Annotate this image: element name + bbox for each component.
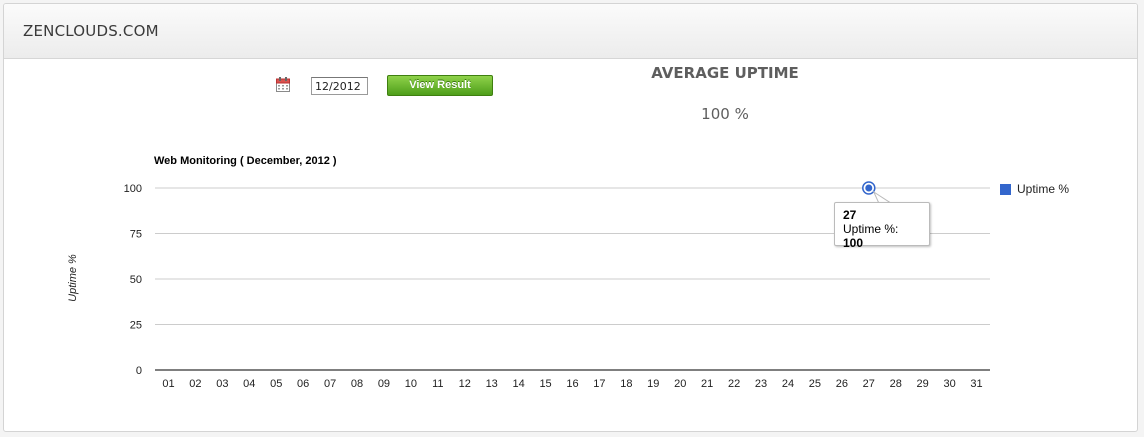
tooltip-row: Uptime %: 100 — [843, 222, 921, 250]
x-tick-label: 14 — [513, 378, 525, 390]
chart-legend: Uptime % — [1000, 182, 1069, 196]
x-tick-label: 01 — [162, 378, 174, 390]
x-tick-labels: 01 02 03 04 05 06 07 08 09 10 11 12 13 14 15 16 17 18 19 20… — [162, 378, 982, 390]
x-tick-label: 02 — [189, 378, 201, 390]
data-point[interactable] — [865, 184, 873, 192]
uptime-chart: Web Monitoring ( December, 2012 ) Uptime… — [67, 155, 990, 390]
x-tick-label: 26 — [836, 378, 848, 390]
x-tick-label: 06 — [297, 378, 309, 390]
x-tick-label: 19 — [647, 378, 659, 390]
x-tick-label: 11 — [432, 378, 443, 390]
x-tick-label: 10 — [405, 378, 417, 390]
x-tick-label: 04 — [243, 378, 255, 390]
x-tick-label: 09 — [378, 378, 390, 390]
y-tick-label: 25 — [130, 320, 142, 332]
x-tick-label: 17 — [593, 378, 605, 390]
x-tick-label: 23 — [755, 378, 767, 390]
x-tick-label: 05 — [270, 378, 282, 390]
x-tick-label: 15 — [539, 378, 551, 390]
tooltip-value: 100 — [843, 236, 864, 250]
series-uptime — [862, 181, 893, 204]
y-tick-label: 75 — [130, 229, 142, 241]
legend-label: Uptime % — [1017, 182, 1070, 196]
legend-swatch — [1000, 183, 1011, 195]
x-tick-label: 30 — [943, 378, 955, 390]
x-tick-label: 03 — [216, 378, 228, 390]
tooltip-label: Uptime %: — [843, 222, 899, 236]
x-tick-label: 25 — [809, 378, 821, 390]
x-tick-label: 29 — [917, 378, 929, 390]
x-tick-label: 24 — [782, 378, 794, 390]
y-axis-label: Uptime % — [67, 254, 79, 302]
x-tick-label: 08 — [351, 378, 363, 390]
x-tick-label: 27 — [863, 378, 875, 390]
x-tick-label: 28 — [890, 378, 902, 390]
y-tick-labels: 0 25 50 75 100 — [124, 183, 142, 377]
tooltip-x: 27 — [843, 208, 857, 222]
x-tick-label: 31 — [970, 378, 982, 390]
x-tick-label: 20 — [674, 378, 686, 390]
y-tick-label: 0 — [136, 365, 142, 377]
x-tick-label: 22 — [728, 378, 740, 390]
x-tick-label: 07 — [324, 378, 336, 390]
x-tick-label: 12 — [459, 378, 471, 390]
y-tick-label: 100 — [124, 183, 142, 195]
chart-title: Web Monitoring ( December, 2012 ) — [154, 155, 337, 167]
y-tick-label: 50 — [130, 274, 142, 286]
x-tick-label: 21 — [701, 378, 713, 390]
x-tick-label: 18 — [620, 378, 632, 390]
chart-tooltip: 27 Uptime %: 100 — [834, 202, 930, 250]
x-tick-label: 16 — [566, 378, 578, 390]
x-tick-label: 13 — [486, 378, 498, 390]
